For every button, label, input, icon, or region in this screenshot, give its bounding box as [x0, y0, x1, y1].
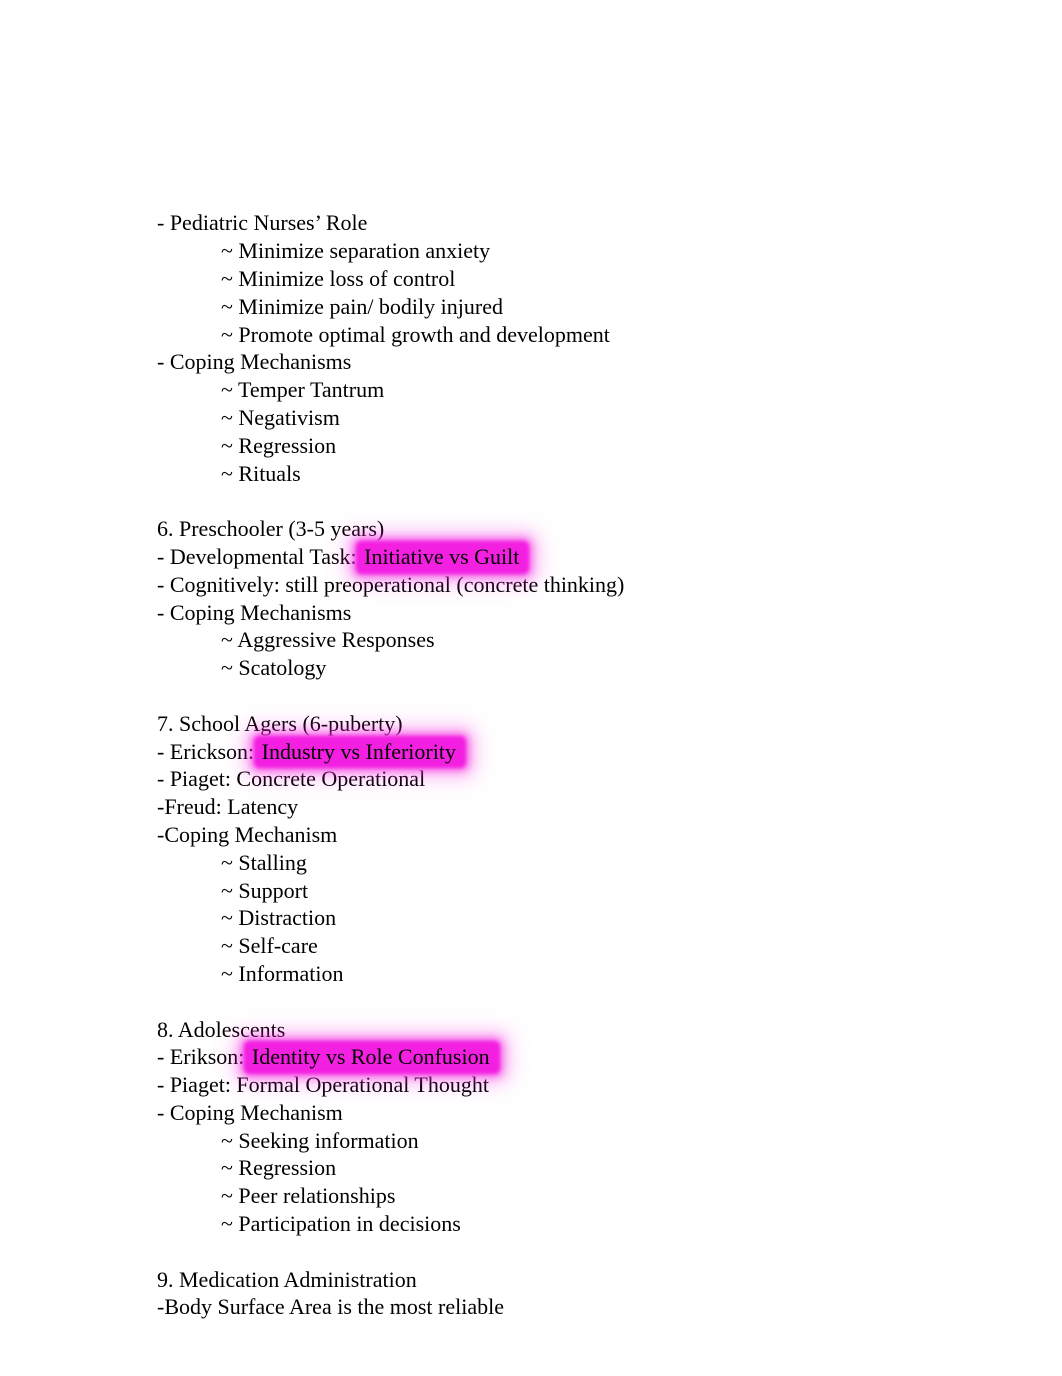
document-page: - Pediatric Nurses’ Role ~ Minimize separ…	[0, 0, 1062, 1376]
text-line: ~ Promote optimal growth and development	[221, 321, 610, 347]
text-line: ~ Distraction	[221, 905, 337, 931]
text-line: - Erikson: Identity vs Role Confusion	[157, 1043, 1062, 1071]
text-line: ~ Self-care	[221, 933, 318, 959]
highlighted-term: Industry vs Inferiority	[256, 738, 464, 766]
text-line: -Freud: Latency	[157, 794, 299, 820]
text-line: - Pediatric Nurses’ Role	[157, 210, 368, 236]
text-line: 6. Preschooler (3-5 years)	[157, 516, 385, 542]
text-line: - Coping Mechanisms	[157, 599, 352, 625]
line-prefix-text: - Erickson:	[157, 738, 260, 764]
text-line: ~ Stalling	[221, 849, 307, 875]
text-line: 7. School Agers (6-puberty)	[157, 710, 403, 736]
text-line: ~ Aggressive Responses	[221, 627, 435, 653]
text-line: ~ Regression	[221, 1155, 337, 1181]
document-body[interactable]: - Pediatric Nurses’ Role ~ Minimize separ…	[157, 126, 1062, 1321]
text-line: - Developmental Task: Initiative vs Guil…	[157, 543, 1062, 571]
line-prefix-text: - Developmental Task:	[157, 543, 363, 569]
block-medication-administration: 9. Medication Administration -Body Surfac…	[157, 1266, 1062, 1322]
text-line: ~ Minimize pain/ bodily injured	[221, 293, 503, 319]
text-line: 8. Adolescents	[157, 1016, 286, 1042]
text-line: ~ Scatology	[221, 655, 327, 681]
highlighted-term: Initiative vs Guilt	[359, 543, 527, 571]
highlighted-term-label: Industry vs Inferiority	[261, 738, 456, 764]
block-preschooler: 6. Preschooler (3-5 years) - Developmenta…	[157, 515, 1062, 682]
text-line: ~ Peer relationships	[221, 1183, 396, 1209]
text-line: ~ Regression	[221, 432, 337, 458]
text-line: 9. Medication Administration	[157, 1266, 417, 1292]
text-line: -Coping Mechanism	[157, 821, 338, 847]
text-line: - Erickson: Industry vs Inferiority	[157, 738, 1062, 766]
text-line: ~ Information	[221, 960, 344, 986]
text-line: - Coping Mechanisms	[157, 349, 352, 375]
line-prefix-text: - Erikson:	[157, 1044, 250, 1070]
text-line: -Body Surface Area is the most reliable	[157, 1294, 505, 1320]
text-line: ~ Rituals	[221, 460, 301, 486]
text-line: ~ Participation in decisions	[221, 1211, 461, 1237]
text-line: ~ Minimize loss of control	[221, 265, 456, 291]
text-line: - Piaget: Concrete Operational	[157, 766, 426, 792]
text-line: - Cognitively: still preoperational (con…	[157, 571, 625, 597]
text-line: ~ Temper Tantrum	[221, 377, 385, 403]
text-line: ~ Negativism	[221, 404, 340, 430]
highlighted-term: Identity vs Role Confusion	[246, 1043, 497, 1071]
block-school-agers: 7. School Agers (6-puberty) - Erickson: I…	[157, 710, 1062, 988]
text-line: ~ Support	[221, 877, 309, 903]
block-adolescents: 8. Adolescents - Erikson: Identity vs Rol…	[157, 1016, 1062, 1238]
highlighted-term-label: Initiative vs Guilt	[364, 543, 520, 569]
text-line: - Coping Mechanism	[157, 1099, 343, 1125]
text-line: - Piaget: Formal Operational Thought	[157, 1072, 489, 1098]
highlighted-term-label: Identity vs Role Confusion	[251, 1044, 490, 1070]
text-line: ~ Seeking information	[221, 1127, 419, 1153]
text-line: ~ Minimize separation anxiety	[221, 238, 491, 264]
block-pediatric-nurses-role: - Pediatric Nurses’ Role ~ Minimize separ…	[157, 209, 1062, 487]
